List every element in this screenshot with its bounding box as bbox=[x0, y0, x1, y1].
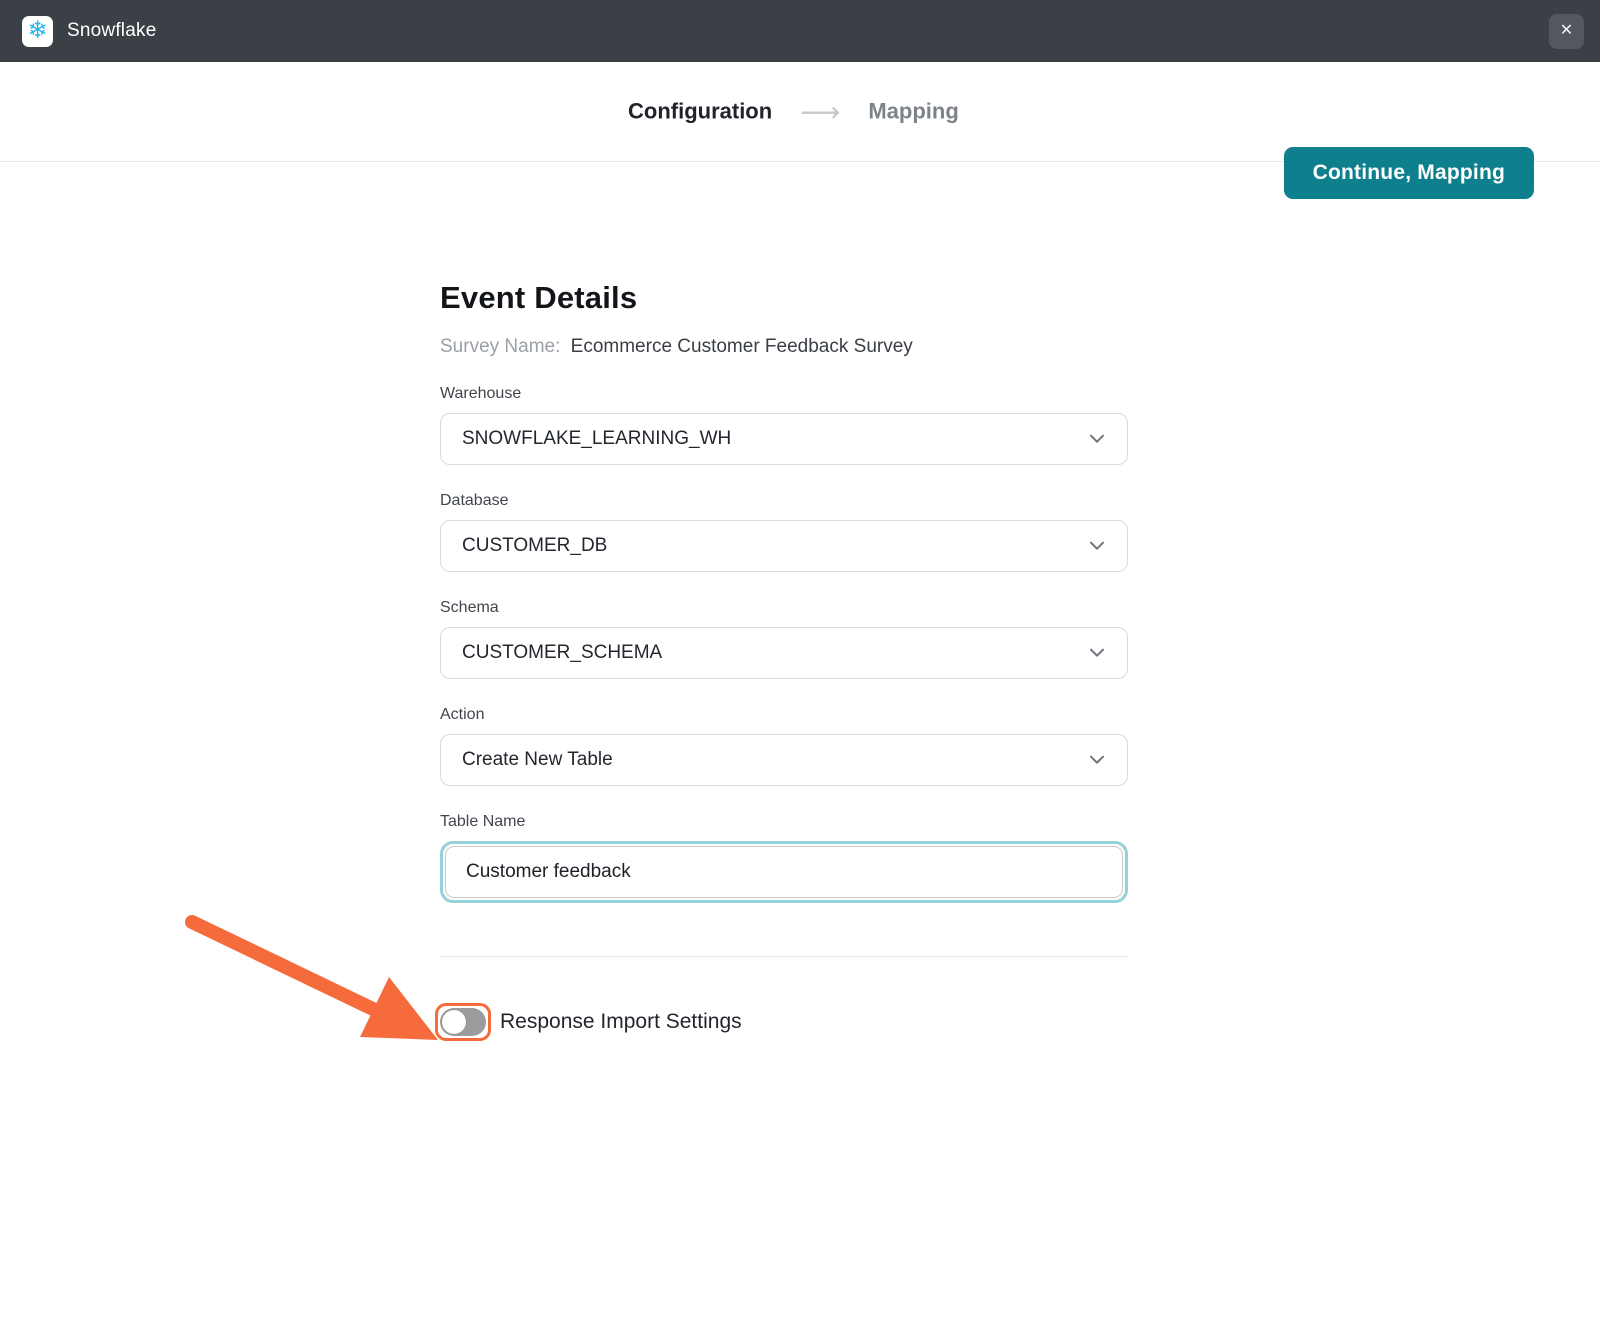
database-label: Database bbox=[440, 492, 1128, 510]
field-action: Action Create New Table bbox=[440, 706, 1128, 786]
action-value: Create New Table bbox=[462, 749, 613, 771]
chevron-down-icon bbox=[1089, 752, 1105, 770]
response-import-settings-label: Response Import Settings bbox=[500, 1010, 742, 1034]
section-divider bbox=[440, 956, 1128, 957]
chevron-down-icon bbox=[1089, 645, 1105, 663]
field-table-name: Table Name bbox=[440, 813, 1128, 903]
toggle-annotation-highlight bbox=[435, 1003, 491, 1041]
field-schema: Schema CUSTOMER_SCHEMA bbox=[440, 599, 1128, 679]
survey-name-value: Ecommerce Customer Feedback Survey bbox=[571, 336, 913, 357]
action-select[interactable]: Create New Table bbox=[440, 734, 1128, 786]
response-import-settings-row: Response Import Settings bbox=[440, 1003, 1128, 1041]
chevron-down-icon bbox=[1089, 431, 1105, 449]
app-title: Snowflake bbox=[67, 20, 156, 42]
stepper: Configuration ⟶ Mapping bbox=[628, 95, 959, 128]
close-icon: ✕ bbox=[1560, 23, 1573, 39]
step-configuration[interactable]: Configuration bbox=[628, 99, 772, 125]
continue-mapping-button[interactable]: Continue, Mapping bbox=[1284, 147, 1534, 199]
event-details-form: Event Details Survey Name: Ecommerce Cus… bbox=[440, 162, 1128, 1041]
schema-label: Schema bbox=[440, 599, 1128, 617]
page-title: Event Details bbox=[440, 280, 1128, 316]
survey-name-line: Survey Name: Ecommerce Customer Feedback… bbox=[440, 336, 1128, 358]
warehouse-label: Warehouse bbox=[440, 385, 1128, 403]
step-arrow-icon: ⟶ bbox=[800, 95, 840, 128]
step-mapping[interactable]: Mapping bbox=[868, 99, 958, 125]
annotation-arrow-icon bbox=[170, 898, 470, 1068]
warehouse-select[interactable]: SNOWFLAKE_LEARNING_WH bbox=[440, 413, 1128, 465]
snowflake-config-dialog: ❄ Snowflake ✕ Configuration ⟶ Mapping Co… bbox=[0, 0, 1600, 1323]
table-name-focus-ring bbox=[440, 841, 1128, 903]
field-warehouse: Warehouse SNOWFLAKE_LEARNING_WH bbox=[440, 385, 1128, 465]
survey-name-label: Survey Name: bbox=[440, 336, 560, 357]
response-import-settings-toggle[interactable] bbox=[440, 1008, 486, 1036]
snowflake-icon: ❄ bbox=[27, 19, 47, 43]
titlebar: ❄ Snowflake ✕ bbox=[0, 0, 1600, 62]
schema-select[interactable]: CUSTOMER_SCHEMA bbox=[440, 627, 1128, 679]
warehouse-value: SNOWFLAKE_LEARNING_WH bbox=[462, 428, 731, 450]
table-name-label: Table Name bbox=[440, 813, 1128, 831]
table-name-input[interactable] bbox=[445, 846, 1123, 898]
field-database: Database CUSTOMER_DB bbox=[440, 492, 1128, 572]
database-select[interactable]: CUSTOMER_DB bbox=[440, 520, 1128, 572]
close-button[interactable]: ✕ bbox=[1549, 14, 1584, 49]
snowflake-logo: ❄ bbox=[22, 16, 53, 47]
stepper-header: Configuration ⟶ Mapping Continue, Mappin… bbox=[0, 62, 1600, 162]
chevron-down-icon bbox=[1089, 538, 1105, 556]
toggle-knob bbox=[442, 1010, 466, 1034]
action-label: Action bbox=[440, 706, 1128, 724]
schema-value: CUSTOMER_SCHEMA bbox=[462, 642, 662, 664]
database-value: CUSTOMER_DB bbox=[462, 535, 607, 557]
